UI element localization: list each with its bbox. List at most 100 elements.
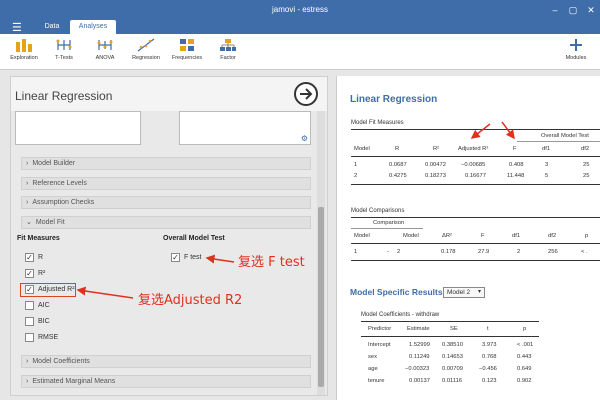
- section-label: Assumption Checks: [32, 199, 95, 206]
- col-header: Predictor: [368, 326, 392, 332]
- r2-checkbox[interactable]: ✓: [25, 269, 34, 278]
- exploration-icon: [15, 38, 33, 52]
- section-model-coefficients[interactable]: › Model Coefficients: [21, 355, 311, 368]
- comparison-group-header: Comparison: [373, 220, 405, 226]
- adjusted-r2-label: Adjusted R²: [38, 286, 75, 293]
- table-rule: [361, 321, 539, 322]
- col-header: df1: [542, 146, 551, 152]
- window-title: jamovi - estress: [271, 5, 328, 14]
- arrow-right-icon: [300, 88, 313, 100]
- table-rule: [351, 184, 600, 185]
- table-cell: 0.00137: [409, 378, 430, 384]
- hamburger-menu-icon[interactable]: ☰: [12, 21, 22, 34]
- table-cell: 2: [354, 173, 358, 179]
- run-arrow-button[interactable]: [294, 82, 318, 106]
- table-cell: 5: [545, 173, 549, 179]
- col-header: df2: [581, 146, 590, 152]
- table-cell: 0.01116: [442, 378, 463, 384]
- bic-checkbox[interactable]: [25, 317, 34, 326]
- section-estimated-marginal-means[interactable]: › Estimated Marginal Means: [21, 375, 311, 388]
- minimize-button[interactable]: –: [548, 3, 562, 17]
- r2-label: R²: [38, 270, 46, 277]
- section-model-fit[interactable]: ⌄ Model Fit: [21, 216, 311, 229]
- table-cell: 256: [548, 249, 558, 255]
- model-comparisons-title: Model Comparisons: [351, 208, 405, 214]
- table-cell: 2: [517, 249, 521, 255]
- section-assumption-checks[interactable]: › Assumption Checks: [21, 196, 311, 209]
- table-rule: [351, 129, 600, 130]
- anova-button[interactable]: ANOVA: [85, 38, 125, 61]
- anova-icon: [96, 38, 114, 52]
- overall-model-test-header: Overall Model Test: [541, 133, 589, 139]
- table-cell: 0.178: [441, 249, 456, 255]
- model-fit-table-title: Model Fit Measures: [351, 120, 404, 126]
- results-panel: Linear Regression Model Fit Measures Ove…: [336, 76, 600, 400]
- table-cell: tenure: [368, 378, 385, 384]
- table-cell: 0.768: [482, 354, 497, 360]
- table-cell: −0.456: [479, 366, 497, 372]
- table-cell: −0.00323: [405, 366, 430, 372]
- adjr2-annotation: 复选Adjusted R2: [138, 293, 243, 308]
- exploration-button[interactable]: Exploration: [4, 38, 44, 61]
- col-header: Estimate: [407, 326, 430, 332]
- model-select-value: Model 2: [447, 289, 471, 296]
- group-rule: [351, 228, 423, 229]
- exploration-label: Exploration: [10, 55, 38, 61]
- table-cell: 0.649: [517, 366, 532, 372]
- section-label: Model Coefficients: [32, 358, 90, 365]
- regression-button[interactable]: Regression: [126, 38, 166, 61]
- covariates-box[interactable]: ⚙: [179, 111, 311, 145]
- col-header: t: [487, 326, 489, 332]
- f-test-checkbox[interactable]: ✓: [171, 253, 180, 262]
- tab-data[interactable]: Data: [36, 20, 68, 34]
- table-cell: 0.18273: [425, 173, 446, 179]
- title-bar: jamovi - estress – ▢ ✕: [0, 0, 600, 20]
- table-rule: [351, 156, 600, 157]
- factor-button[interactable]: Factor: [208, 38, 248, 61]
- table-cell: < .: [581, 249, 588, 255]
- factor-icon: [219, 38, 237, 52]
- model-specific-title: Model Specific Results: [350, 287, 443, 297]
- adjusted-r2-checkbox[interactable]: ✓: [25, 285, 34, 294]
- col-header: Adjusted R²: [458, 146, 489, 152]
- frequencies-button[interactable]: Frequencies: [167, 38, 207, 61]
- table-cell: 27.9: [478, 249, 490, 255]
- r-label: R: [38, 254, 44, 261]
- section-label: Model Builder: [32, 160, 76, 167]
- maximize-button[interactable]: ▢: [566, 3, 580, 17]
- rmse-label: RMSE: [38, 334, 59, 341]
- r-checkbox[interactable]: ✓: [25, 253, 34, 262]
- table-cell: 25: [583, 173, 590, 179]
- tab-analyses[interactable]: Analyses: [70, 20, 116, 34]
- t-tests-button[interactable]: T-Tests: [44, 38, 84, 61]
- col-header: Model: [354, 233, 370, 239]
- regression-label: Regression: [132, 55, 160, 61]
- panel-title: Linear Regression: [15, 89, 113, 103]
- section-model-builder[interactable]: › Model Builder: [21, 157, 311, 170]
- close-button[interactable]: ✕: [584, 3, 598, 17]
- col-header: R²: [433, 146, 440, 152]
- section-label: Model Fit: [35, 219, 65, 226]
- table-cell: 0.4275: [389, 173, 407, 179]
- fit-measures-heading: Fit Measures: [17, 235, 60, 242]
- rmse-checkbox[interactable]: [25, 333, 34, 342]
- modules-button[interactable]: Modules: [556, 38, 596, 61]
- analyses-toolbar: Exploration T-Tests ANOVA Regression Fre…: [0, 34, 600, 70]
- model-select[interactable]: Model 2 ▾: [443, 287, 485, 298]
- section-reference-levels[interactable]: › Reference Levels: [21, 177, 311, 190]
- table-cell: 0.443: [517, 354, 532, 360]
- chevron-right-icon: ›: [26, 378, 29, 385]
- section-label: Estimated Marginal Means: [32, 378, 116, 385]
- scrollbar-thumb[interactable]: [318, 207, 324, 387]
- table-cell: Intercept: [368, 342, 391, 348]
- col-header: R: [395, 146, 400, 152]
- overall-model-test-heading: Overall Model Test: [163, 235, 225, 242]
- options-scrollbar[interactable]: [317, 111, 325, 395]
- table-cell: 0.408: [509, 162, 524, 168]
- chevron-right-icon: ›: [26, 160, 29, 167]
- table-cell: < .001: [517, 342, 534, 348]
- frequencies-icon: [178, 38, 196, 52]
- modules-label: Modules: [565, 55, 587, 61]
- variables-box[interactable]: [15, 111, 141, 145]
- aic-checkbox[interactable]: [25, 301, 34, 310]
